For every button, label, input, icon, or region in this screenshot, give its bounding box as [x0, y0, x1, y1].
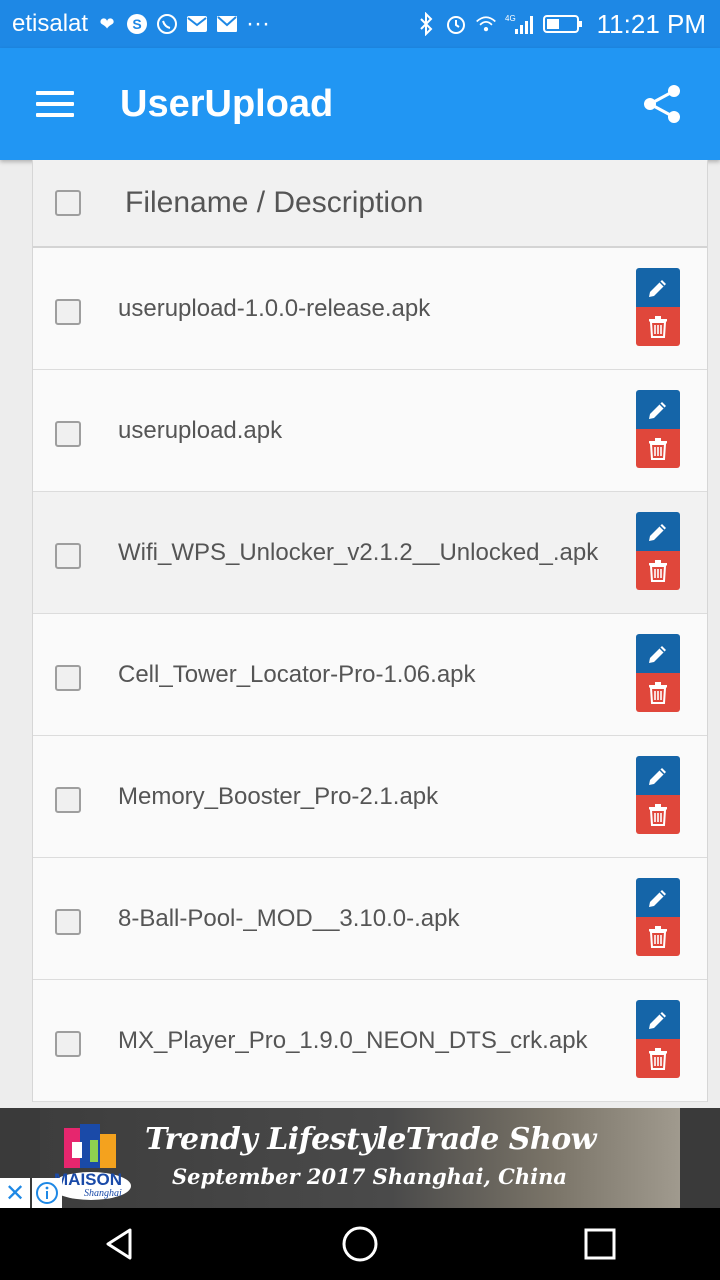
row-actions	[636, 512, 680, 590]
ad-subtitle: September 2017 Shanghai, China	[172, 1164, 567, 1189]
row-checkbox[interactable]	[55, 542, 81, 569]
ad-close-icon[interactable]: ✕	[0, 1178, 30, 1208]
health-icon: ❤	[99, 13, 115, 34]
share-icon[interactable]	[640, 82, 684, 126]
row-actions	[636, 1000, 680, 1078]
select-all-checkbox[interactable]	[55, 190, 81, 216]
trash-icon	[649, 315, 667, 338]
row-actions	[636, 268, 680, 346]
gmail-icon	[186, 13, 208, 35]
delete-button[interactable]	[636, 917, 680, 956]
app-bar: UserUpload	[0, 48, 720, 160]
pencil-icon	[649, 645, 666, 663]
pencil-icon	[649, 889, 666, 907]
table-row[interactable]: 8-Ball-Pool-_MOD__3.10.0-.apk	[33, 858, 707, 980]
trash-icon	[649, 437, 667, 460]
delete-button[interactable]	[636, 551, 680, 590]
table-row[interactable]: userupload.apk	[33, 370, 707, 492]
ad-title: Trendy LifestyleTrade Show	[145, 1122, 597, 1157]
file-table: Filename / Description userupload-1.0.0-…	[32, 160, 708, 1102]
pencil-icon	[649, 1011, 666, 1029]
filename: 8-Ball-Pool-_MOD__3.10.0-.apk	[118, 904, 460, 932]
recents-icon[interactable]	[570, 1214, 630, 1274]
row-actions	[636, 634, 680, 712]
delete-button[interactable]	[636, 1039, 680, 1078]
delete-button[interactable]	[636, 307, 680, 346]
pencil-icon	[649, 279, 666, 297]
hamburger-menu-icon[interactable]	[36, 84, 76, 124]
edit-button[interactable]	[636, 634, 680, 673]
ad-creative[interactable]: MAISON Shanghai Trendy LifestyleTrade Sh…	[40, 1108, 680, 1208]
table-row[interactable]: Cell_Tower_Locator-Pro-1.06.apk	[33, 614, 707, 736]
trash-icon	[649, 681, 667, 704]
battery-icon	[542, 13, 583, 35]
pencil-icon	[649, 523, 666, 541]
filename: MX_Player_Pro_1.9.0_NEON_DTS_crk.apk	[118, 1026, 588, 1054]
table-header: Filename / Description	[33, 160, 707, 248]
ad-info-icon[interactable]	[32, 1178, 62, 1208]
bluetooth-icon	[415, 12, 437, 36]
status-right: 4G 11:21 PM	[415, 9, 706, 40]
svg-text:S: S	[132, 16, 141, 32]
table-row[interactable]: userupload-1.0.0-release.apk	[33, 248, 707, 370]
ad-banner[interactable]: MAISON Shanghai Trendy LifestyleTrade Sh…	[0, 1108, 720, 1208]
back-icon[interactable]	[90, 1214, 150, 1274]
table-row[interactable]: MX_Player_Pro_1.9.0_NEON_DTS_crk.apk	[33, 980, 707, 1102]
table-row[interactable]: Wifi_WPS_Unlocker_v2.1.2__Unlocked_.apk	[33, 492, 707, 614]
status-bar: etisalat ❤ S ··· 4G 11:21 PM	[0, 0, 720, 48]
trash-icon	[649, 803, 667, 826]
ad-brand: MAISON	[54, 1170, 122, 1189]
filename: userupload-1.0.0-release.apk	[118, 294, 431, 322]
carrier-name: etisalat	[12, 10, 89, 37]
column-header-filename: Filename / Description	[125, 186, 424, 219]
home-icon[interactable]	[330, 1214, 390, 1274]
row-checkbox[interactable]	[55, 908, 81, 935]
wifi-icon	[475, 13, 497, 35]
alarm-icon	[445, 13, 467, 35]
filename: userupload.apk	[118, 416, 283, 444]
trash-icon	[649, 1047, 667, 1070]
row-checkbox[interactable]	[55, 420, 81, 447]
delete-button[interactable]	[636, 673, 680, 712]
row-checkbox[interactable]	[55, 786, 81, 813]
row-checkbox[interactable]	[55, 298, 81, 325]
skype-icon: S	[126, 13, 148, 35]
clock: 11:21 PM	[596, 8, 706, 39]
trash-icon	[649, 925, 667, 948]
app-title: UserUpload	[120, 82, 334, 125]
status-left: etisalat ❤ S ···	[12, 10, 270, 38]
filename: Memory_Booster_Pro-2.1.apk	[118, 782, 439, 810]
table-row[interactable]: Memory_Booster_Pro-2.1.apk	[33, 736, 707, 858]
mail-icon	[216, 13, 238, 35]
signal-icon: 4G	[505, 13, 535, 35]
more-notifications: ···	[246, 10, 271, 37]
edit-button[interactable]	[636, 268, 680, 307]
network-type-label: 4G	[505, 14, 516, 23]
edit-button[interactable]	[636, 878, 680, 917]
whatsapp-icon	[156, 13, 178, 35]
filename: Cell_Tower_Locator-Pro-1.06.apk	[118, 660, 476, 688]
pencil-icon	[649, 767, 666, 785]
edit-button[interactable]	[636, 390, 680, 429]
filename: Wifi_WPS_Unlocker_v2.1.2__Unlocked_.apk	[118, 538, 599, 566]
ad-brand-sub: Shanghai	[84, 1188, 122, 1199]
edit-button[interactable]	[636, 512, 680, 551]
row-actions	[636, 390, 680, 468]
row-checkbox[interactable]	[55, 664, 81, 691]
row-actions	[636, 756, 680, 834]
row-checkbox[interactable]	[55, 1030, 81, 1057]
edit-button[interactable]	[636, 756, 680, 795]
trash-icon	[649, 559, 667, 582]
row-actions	[636, 878, 680, 956]
delete-button[interactable]	[636, 795, 680, 834]
pencil-icon	[649, 401, 666, 419]
delete-button[interactable]	[636, 429, 680, 468]
edit-button[interactable]	[636, 1000, 680, 1039]
system-nav-bar	[0, 1208, 720, 1280]
